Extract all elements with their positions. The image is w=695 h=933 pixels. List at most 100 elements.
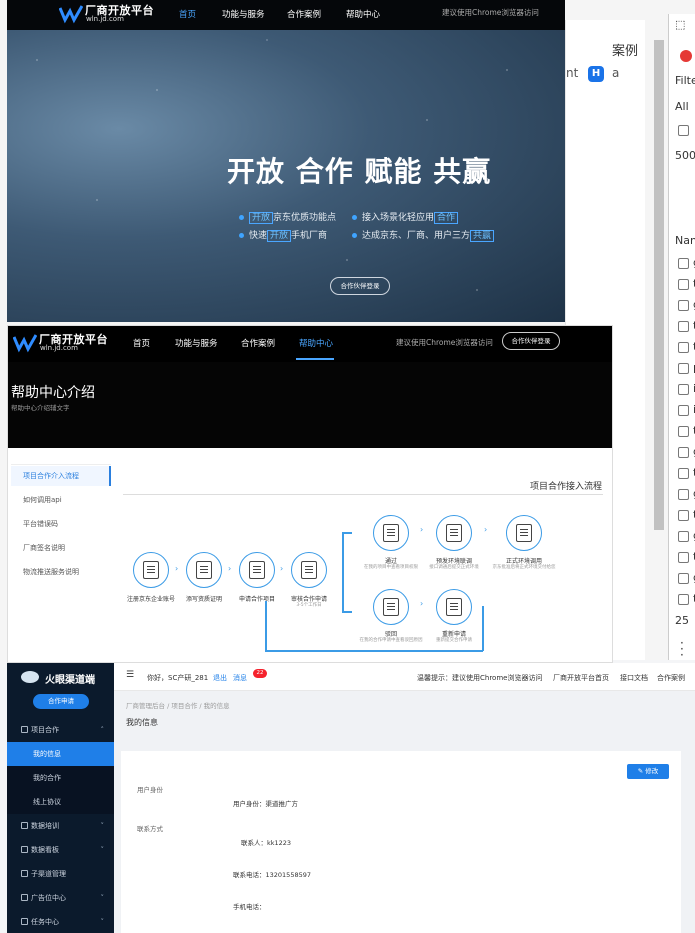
partner-login-button[interactable]: 合作伙伴登录 [330, 277, 390, 295]
request-row-checkbox[interactable] [678, 531, 689, 542]
request-row-checkbox[interactable] [678, 300, 689, 311]
menu-item-icon [21, 846, 28, 853]
request-row-checkbox[interactable] [678, 552, 689, 563]
help-banner [8, 362, 612, 448]
arrow-right-icon: › [280, 564, 284, 573]
chevron-icon: ˅ [100, 846, 105, 854]
sidebar-item-label: 项目合作 [31, 726, 59, 734]
nav-home[interactable]: 首页 [133, 337, 150, 349]
sidebar-item-5[interactable]: 数据看板 ˅ [7, 838, 114, 862]
sidebar-item-3[interactable]: 线上协议 [7, 790, 114, 814]
sidebar-item-signature[interactable]: 厂商签名说明 [11, 538, 111, 558]
sidebar-item-label: 我的信息 [33, 750, 61, 758]
feature-item: 开放 京东优质功能点 [239, 210, 336, 224]
admin-logo[interactable]: 火眼渠道端 [45, 671, 95, 686]
approved-node-icon [373, 515, 409, 551]
sidebar-item-1[interactable]: 我的信息 [7, 742, 114, 766]
request-row-checkbox[interactable] [678, 342, 689, 353]
sidebar-item-api[interactable]: 如何调用api [11, 490, 111, 510]
sidebar-item-0[interactable]: 项目合作 ˄ [7, 718, 114, 742]
logout-link[interactable]: 退出 [213, 673, 227, 683]
breadcrumb-item[interactable]: 项目合作 [171, 702, 197, 710]
sidebar-item-7[interactable]: 广告位中心 ˅ [7, 886, 114, 910]
request-row-checkbox[interactable] [678, 426, 689, 437]
chevron-icon: ˅ [100, 918, 105, 926]
review-node-icon [291, 552, 327, 588]
user-identity-value: 用户身份：渠道推广方 [233, 800, 298, 808]
divider [11, 464, 111, 465]
reapply-node-icon [436, 589, 472, 625]
link-api-docs[interactable]: 接口文档 [620, 673, 648, 683]
request-row-checkbox[interactable] [678, 510, 689, 521]
background-text: nt [566, 66, 579, 80]
name-column-header[interactable]: Nan [675, 234, 695, 247]
menu-toggle-icon[interactable]: ☰ [126, 670, 134, 680]
more-icon[interactable]: · · · [680, 637, 684, 660]
help-nav-bar: 厂商开放平台 wln.jd.com 首页 功能与服务 合作案例 帮助中心 建议使… [8, 326, 612, 362]
request-row-checkbox[interactable] [678, 594, 689, 605]
request-row-checkbox[interactable] [678, 258, 689, 269]
sidebar-item-2[interactable]: 我的合作 [7, 766, 114, 790]
node-sublabel: 京东批准后将正式环境交付给您 [492, 565, 556, 570]
rejected-node-icon [373, 589, 409, 625]
devtools-checkbox[interactable] [678, 125, 689, 136]
all-filter[interactable]: All [675, 100, 689, 113]
sidebar-item-logistics[interactable]: 物流推送服务说明 [11, 562, 111, 582]
request-row-checkbox[interactable] [678, 489, 689, 500]
message-count-badge: 22 [253, 669, 267, 678]
scrollbar[interactable] [654, 40, 664, 530]
nav-cases[interactable]: 合作案例 [287, 8, 321, 20]
sidebar-item-label: 广告位中心 [31, 894, 66, 902]
filter-label[interactable]: Filte [675, 74, 695, 87]
devtools-bottom-count: 25 [675, 614, 689, 627]
browser-tip: 温馨提示：建议使用Chrome浏览器访问 [417, 674, 543, 682]
divider [123, 494, 603, 495]
landing-nav-bar: 厂商开放平台 wln.jd.com 首页 功能与服务 合作案例 帮助中心 建议使… [7, 0, 565, 30]
nav-cases[interactable]: 合作案例 [241, 337, 275, 349]
breadcrumb-item[interactable]: 厂商管理后台 [126, 702, 165, 710]
request-row-checkbox[interactable] [678, 447, 689, 458]
request-row-checkbox[interactable] [678, 468, 689, 479]
link-cases[interactable]: 合作案例 [657, 673, 685, 683]
apply-cooperation-button[interactable]: 合作申请 [33, 694, 89, 709]
admin-top-bar: ☰ 你好，SC产研_281 退出 消息 22 温馨提示：建议使用Chrome浏览… [114, 663, 695, 691]
request-row-checkbox[interactable] [678, 363, 689, 374]
contact-name-value: 联系人：kk1223 [241, 839, 292, 847]
nav-help[interactable]: 帮助中心 [299, 337, 333, 349]
inspect-icon[interactable]: ⬚ [675, 18, 685, 31]
nav-home[interactable]: 首页 [179, 8, 196, 20]
register-node-icon [133, 552, 169, 588]
sidebar-item-8[interactable]: 任务中心 ˅ [7, 910, 114, 933]
sidebar-item-4[interactable]: 数据培训 ˅ [7, 814, 114, 838]
browser-hint: 建议使用Chrome浏览器访问 [442, 8, 539, 17]
browser-hint: 建议使用Chrome浏览器访问 [396, 338, 493, 347]
partner-login-button[interactable]: 合作伙伴登录 [502, 332, 560, 350]
sidebar-item-process[interactable]: 项目合作介入流程 [11, 466, 111, 486]
nav-features[interactable]: 功能与服务 [175, 337, 218, 349]
feature-item: 快速 开放 手机厂商 [239, 228, 327, 242]
link-platform-home[interactable]: 厂商开放平台首页 [553, 673, 609, 683]
help-center-screenshot: 厂商开放平台 wln.jd.com 首页 功能与服务 合作案例 帮助中心 建议使… [7, 325, 613, 663]
apply-project-node-icon [239, 552, 275, 588]
request-row-checkbox[interactable] [678, 384, 689, 395]
h-extension-icon[interactable]: H [588, 66, 604, 82]
nav-help[interactable]: 帮助中心 [346, 8, 380, 20]
sidebar-item-error-codes[interactable]: 平台错误码 [11, 514, 111, 534]
arrow-right-icon: › [420, 599, 424, 608]
request-row-checkbox[interactable] [678, 321, 689, 332]
qualification-node-icon [186, 552, 222, 588]
arrow-right-icon: › [175, 564, 179, 573]
sidebar-item-6[interactable]: 子渠道管理 [7, 862, 114, 886]
hero-slogan: 开放 合作 赋能 共赢 [227, 155, 492, 188]
nav-features[interactable]: 功能与服务 [222, 8, 265, 20]
edit-button[interactable]: ✎ 修改 [627, 764, 669, 779]
devtools-panel: ⬚ Filte All 500 Nan gtgttpiitgtgtgtgt 25… [668, 14, 695, 660]
request-row-checkbox[interactable] [678, 405, 689, 416]
menu-item-icon [21, 894, 28, 901]
messages-link[interactable]: 消息 [233, 673, 247, 683]
sidebar-item-label: 子渠道管理 [31, 870, 66, 878]
record-icon[interactable] [680, 50, 692, 62]
request-row-checkbox[interactable] [678, 279, 689, 290]
request-row-checkbox[interactable] [678, 573, 689, 584]
sidebar-item-label: 数据看板 [31, 846, 59, 854]
